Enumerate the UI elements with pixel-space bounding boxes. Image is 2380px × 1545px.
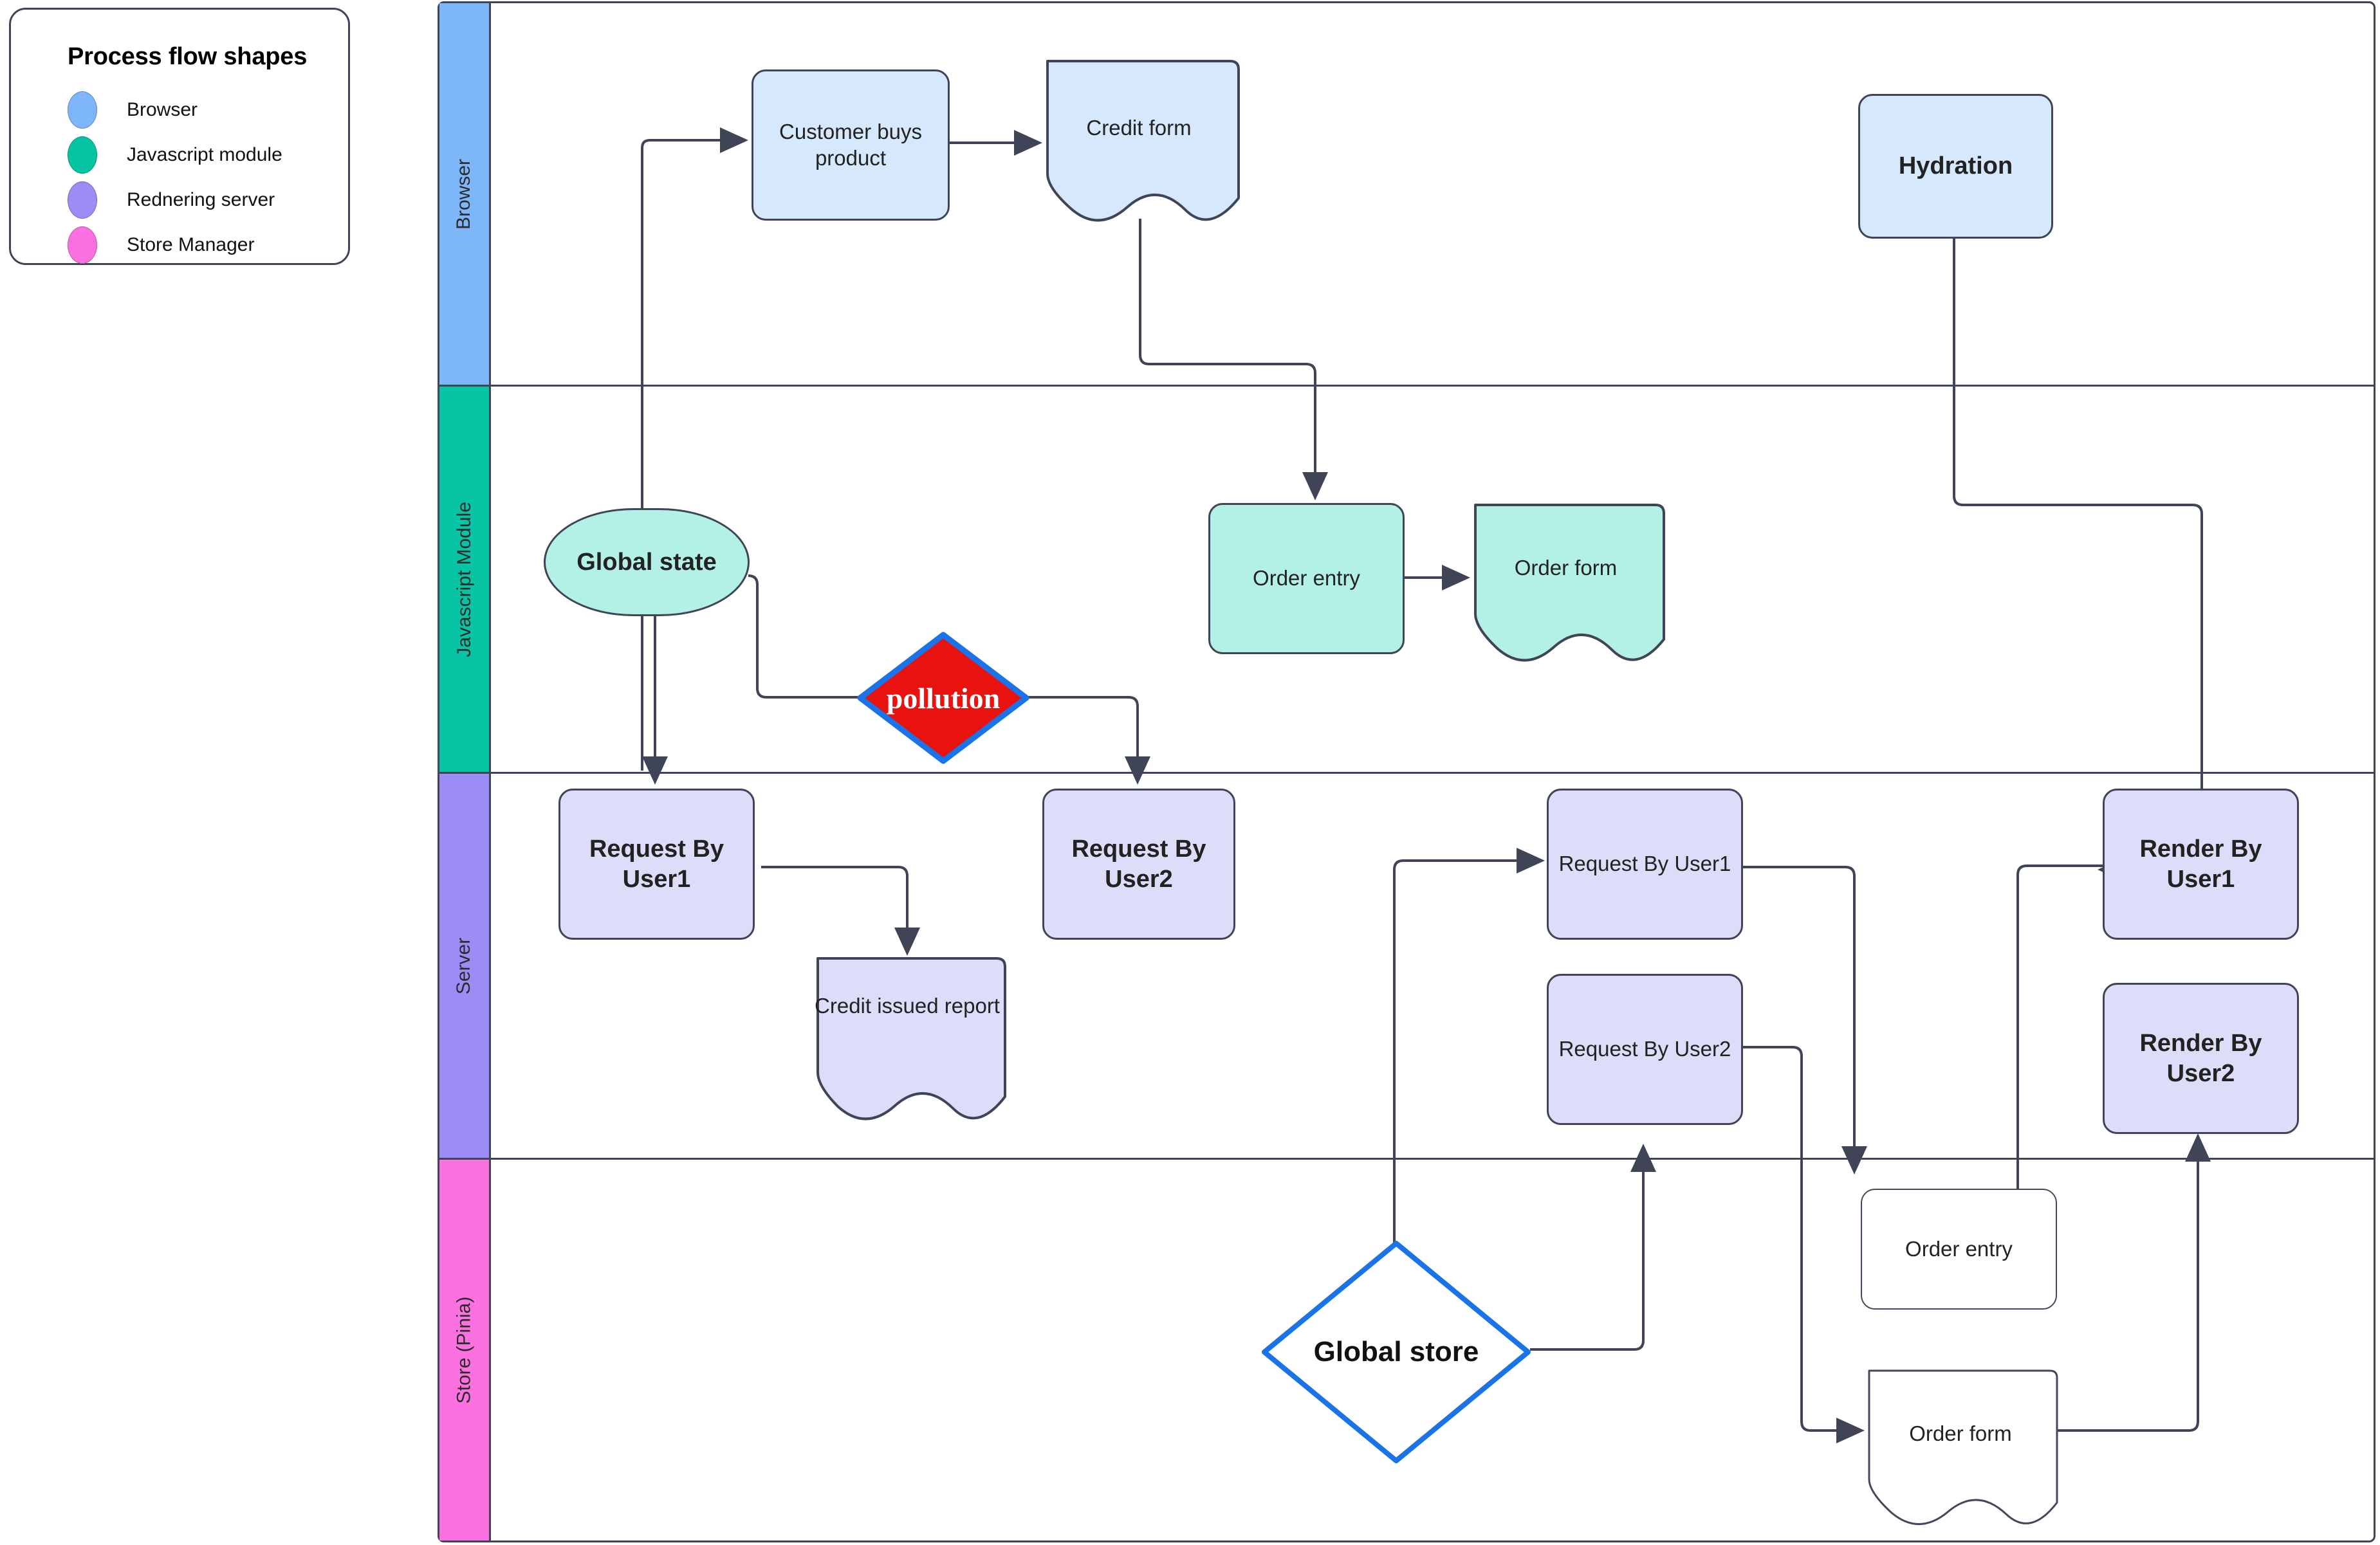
- legend-label-browser: Browser: [127, 99, 198, 120]
- node-global-state[interactable]: Global state: [544, 508, 750, 616]
- node-label-order-entry-store: Order entry: [1905, 1236, 2013, 1261]
- node-order-form-js[interactable]: Order form: [1465, 503, 1666, 665]
- node-label-request-by-user2-left: Request By User2: [1071, 836, 1206, 893]
- node-request-by-user2-left[interactable]: Request By User2: [1042, 789, 1235, 940]
- node-credit-form[interactable]: Credit form: [1037, 59, 1241, 225]
- node-request-by-user1-left[interactable]: Request By User1: [558, 789, 755, 940]
- node-label-global-state: Global state: [577, 548, 717, 576]
- lane-browser: Browser: [439, 3, 2374, 387]
- lane-label-server: Server: [453, 937, 475, 994]
- node-label-request-by-user1-right: Request By User1: [1558, 852, 1731, 876]
- node-label-global-store: Global store: [1313, 1335, 1479, 1367]
- node-order-form-store[interactable]: Order form: [1861, 1369, 2060, 1530]
- legend-swatch-browser: [68, 91, 97, 129]
- lane-label-store-pinia: Store (Pinia): [453, 1296, 475, 1404]
- node-label-hydration: Hydration: [1898, 152, 2013, 180]
- node-request-by-user2-right[interactable]: Request By User2: [1547, 974, 1743, 1125]
- node-label-request-by-user2-right: Request By User2: [1558, 1037, 1731, 1061]
- node-hydration[interactable]: Hydration: [1858, 94, 2053, 239]
- node-render-by-user2[interactable]: Render By User2: [2103, 983, 2299, 1134]
- order-form-js-document-shape: [1474, 504, 1665, 662]
- lane-header-browser: Browser: [439, 3, 491, 385]
- node-order-entry-js[interactable]: Order entry: [1208, 503, 1405, 654]
- legend-swatch-javascript-module: [68, 136, 97, 174]
- node-label-pollution: pollution: [886, 681, 1001, 715]
- node-label-pollution-wrap: pollution: [857, 632, 1029, 764]
- node-label-order-form-store: Order form: [1909, 1422, 2012, 1445]
- node-label-credit-issued-report: Credit issued report: [815, 994, 1000, 1018]
- node-customer-buys-product[interactable]: Customer buys product: [752, 69, 950, 221]
- node-label-order-form-js: Order form: [1514, 556, 1618, 580]
- node-pollution[interactable]: pollution: [857, 632, 1029, 764]
- legend-swatch-rendering-server: [68, 181, 97, 219]
- node-render-by-user1[interactable]: Render By User1: [2103, 789, 2299, 940]
- node-label-render-by-user2: Render By User2: [2139, 1030, 2262, 1087]
- node-credit-issued-report[interactable]: Credit issued report: [807, 956, 1007, 1124]
- legend-item-store-manager: Store Manager: [68, 223, 322, 268]
- lane-header-store-pinia: Store (Pinia): [439, 1160, 491, 1540]
- order-form-store-document-shape: [1868, 1369, 2058, 1525]
- node-label-render-by-user1: Render By User1: [2139, 836, 2262, 893]
- credit-issued-report-document-shape: [816, 957, 1006, 1120]
- legend-swatch-store-manager: [68, 226, 97, 264]
- lane-header-javascript-module: Javascript Module: [439, 387, 491, 772]
- node-order-entry-store[interactable]: Order entry: [1861, 1189, 2057, 1310]
- node-request-by-user1-right[interactable]: Request By User1: [1547, 789, 1743, 940]
- node-label-order-entry-js: Order entry: [1253, 566, 1360, 590]
- lane-header-server: Server: [439, 774, 491, 1158]
- legend-label-rendering-server: Rednering server: [127, 189, 275, 210]
- lane-label-javascript-module: Javascript Module: [453, 501, 475, 657]
- node-label-request-by-user1-left: Request By User1: [589, 836, 724, 893]
- credit-form-document-shape: [1046, 60, 1240, 222]
- legend-item-browser: Browser: [68, 87, 322, 133]
- node-label-global-store-wrap: Global store: [1261, 1240, 1531, 1464]
- legend-label-store-manager: Store Manager: [127, 234, 255, 255]
- legend-item-rendering-server: Rednering server: [68, 178, 322, 223]
- legend-item-javascript-module: Javascript module: [68, 133, 322, 178]
- node-label-customer-buys-product: Customer buys product: [779, 120, 922, 170]
- legend-label-javascript-module: Javascript module: [127, 144, 282, 165]
- node-global-store[interactable]: Global store: [1261, 1240, 1531, 1464]
- lane-label-browser: Browser: [453, 158, 475, 230]
- node-label-credit-form: Credit form: [1086, 116, 1192, 140]
- legend-title: Process flow shapes: [68, 43, 308, 70]
- legend-panel: Process flow shapes Browser Javascript m…: [9, 8, 350, 265]
